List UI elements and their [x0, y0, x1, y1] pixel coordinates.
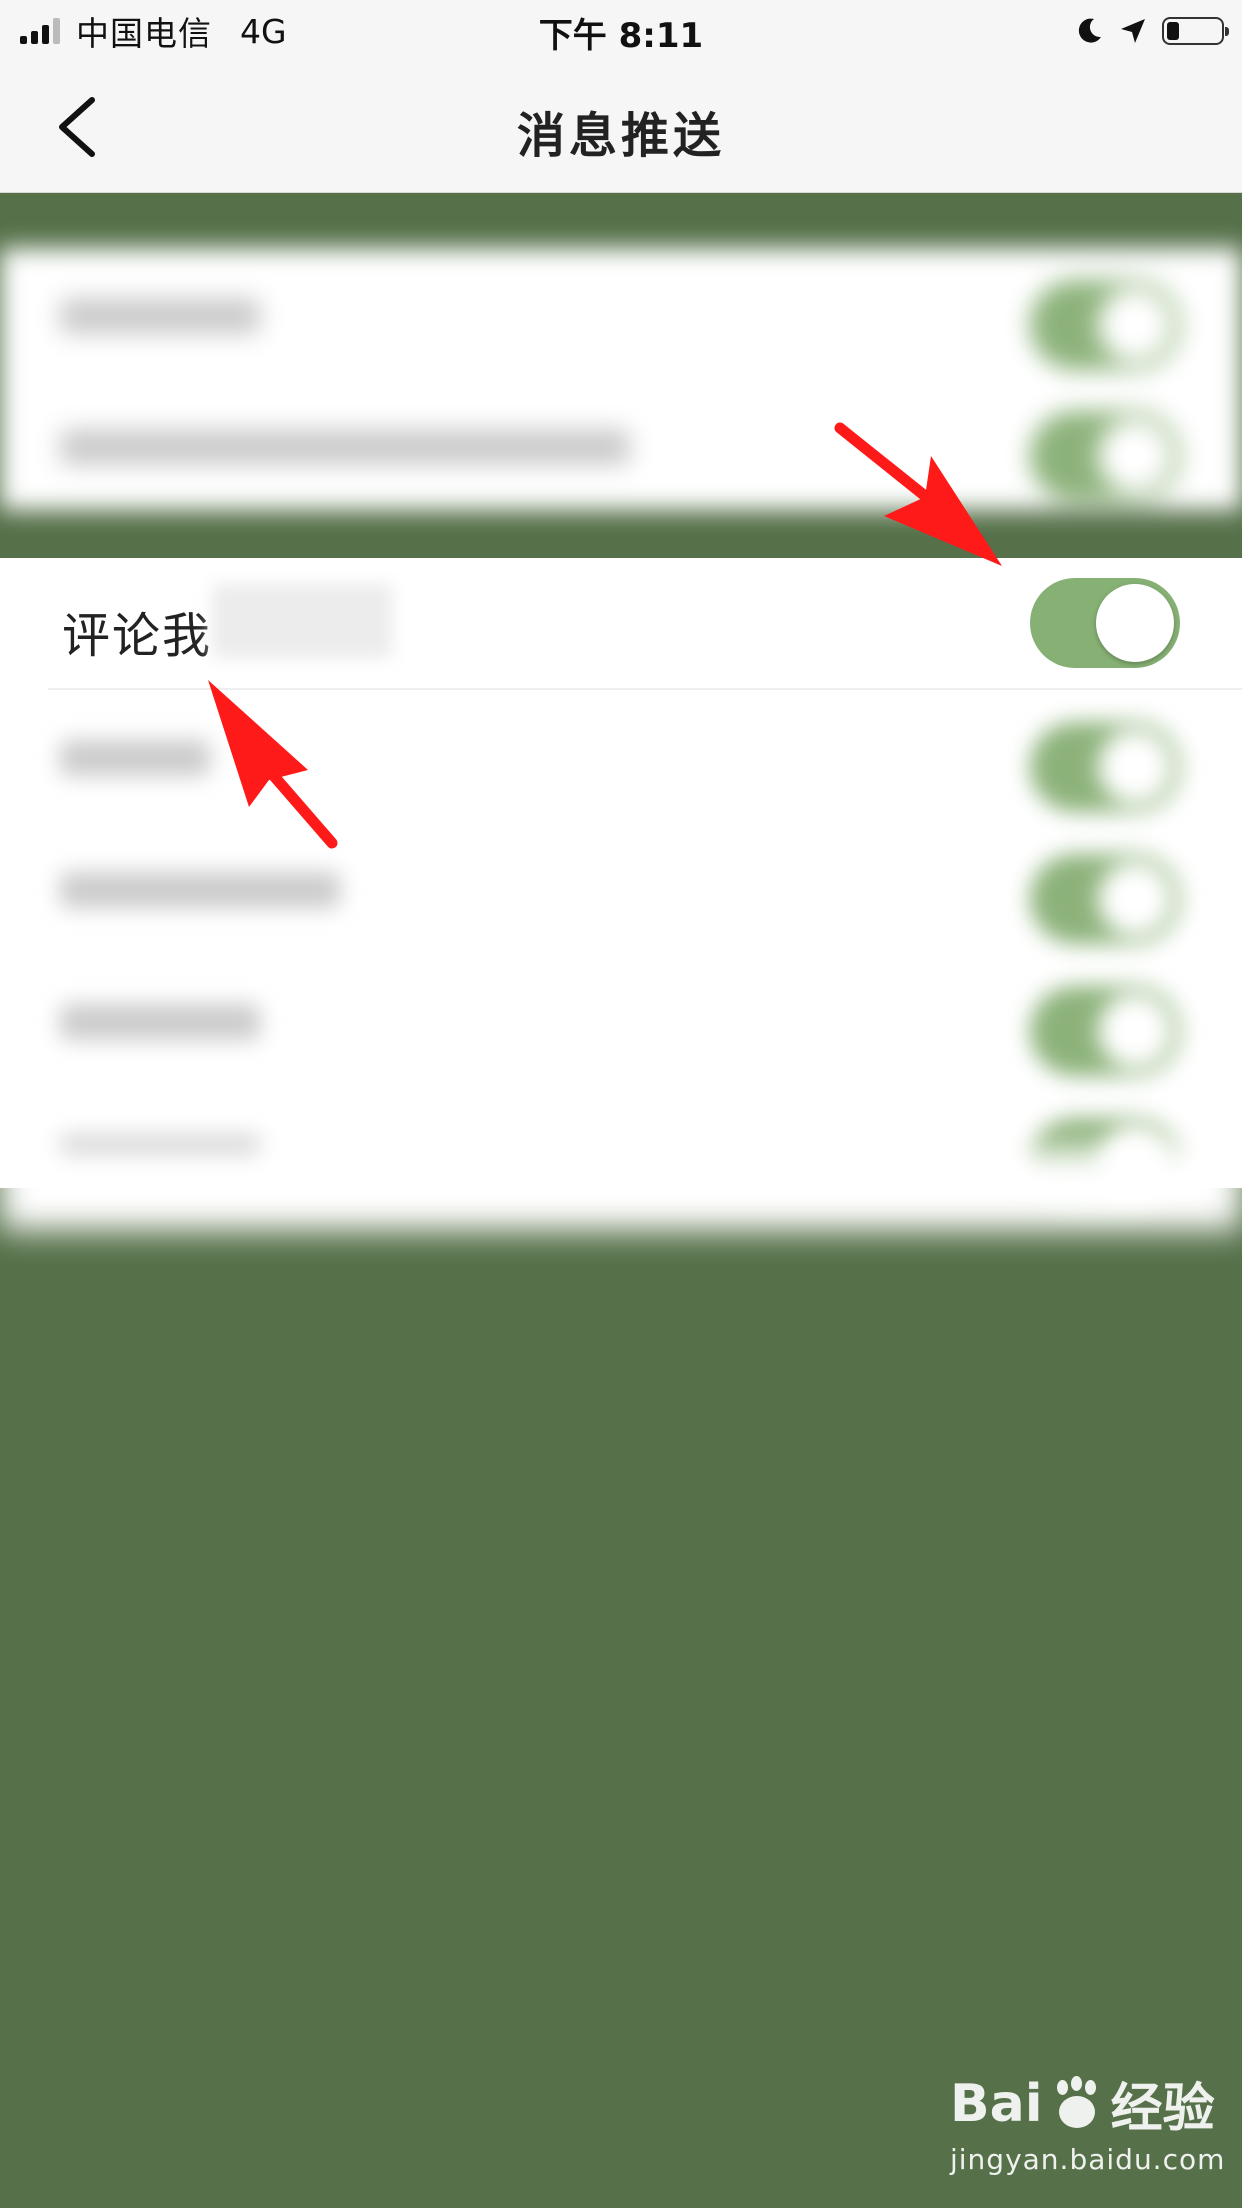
baidu-jingyan-watermark: Bai 经验 jingyan.baidu.com: [950, 2066, 1226, 2177]
baidu-logo: Bai 经验: [950, 2073, 1215, 2140]
arrow-to-toggle-icon: [834, 422, 1002, 566]
paw-icon: [1049, 2075, 1105, 2132]
watermark-url: jingyan.baidu.com: [950, 2143, 1226, 2176]
annotation-arrows: [208, 422, 1002, 849]
arrow-to-label-icon: [208, 680, 338, 849]
